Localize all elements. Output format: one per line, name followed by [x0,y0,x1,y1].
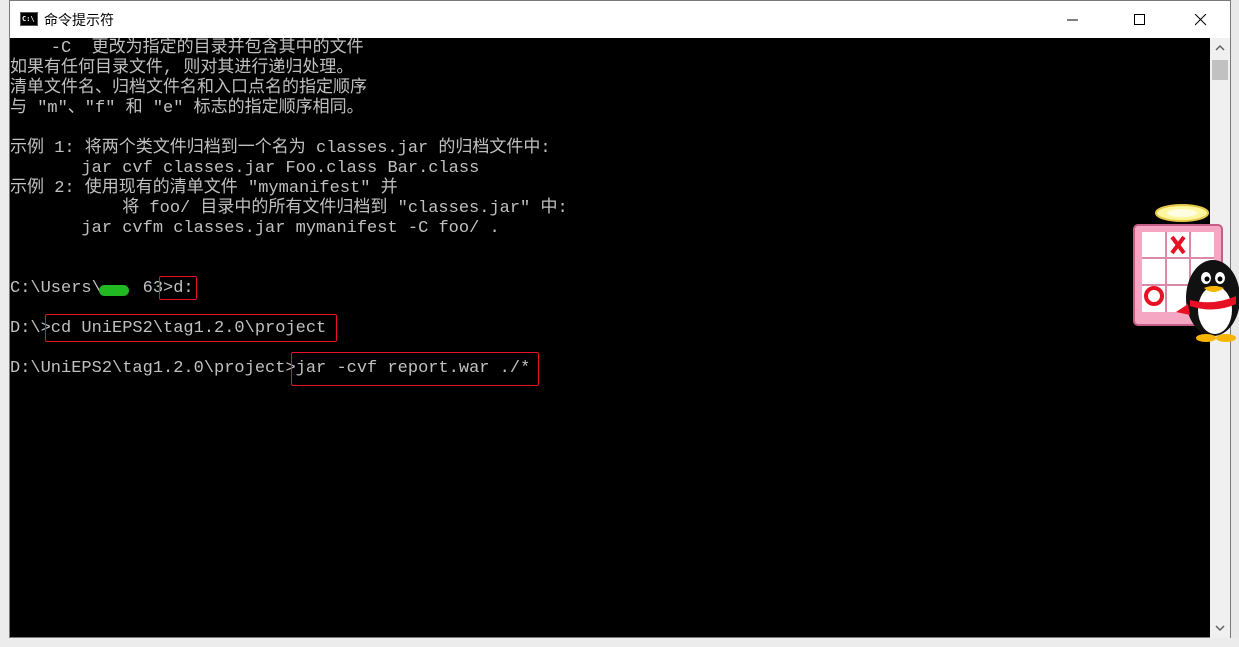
maximize-icon [1134,14,1145,25]
window-title: 命令提示符 [44,13,114,29]
command-prompt-window: C:\ 命令提示符 -C 更改为指定的目录并包含其中的文件 如果有任何目录文件,… [9,0,1231,638]
close-button[interactable] [1178,1,1224,38]
console-line: 示例 2: 使用现有的清单文件 "mymanifest" 并 [10,179,398,198]
minimize-button[interactable] [1050,1,1096,38]
scroll-down-icon[interactable] [1215,624,1225,632]
console-output[interactable]: -C 更改为指定的目录并包含其中的文件 如果有任何目录文件, 则对其进行递归处理… [10,38,1210,638]
highlight-box-d-command [159,276,197,300]
maximize-button[interactable] [1117,1,1163,38]
console-line: 示例 1: 将两个类文件归档到一个名为 classes.jar 的归档文件中: [10,139,551,158]
scrollbar-thumb[interactable] [1212,60,1228,80]
console-line: jar cvfm classes.jar mymanifest -C foo/ … [10,219,500,238]
background-window-bottom [0,638,1239,647]
console-line: 将 foo/ 目录中的所有文件归档到 "classes.jar" 中: [10,199,568,218]
qq-penguin-mascot-icon[interactable] [1128,200,1239,342]
console-line: -C 更改为指定的目录并包含其中的文件 [10,39,364,58]
console-line: jar cvf classes.jar Foo.class Bar.class [10,159,480,178]
close-icon [1195,14,1207,26]
cmd-icon: C:\ [20,12,38,26]
title-bar[interactable]: C:\ 命令提示符 [10,1,1230,38]
minimize-icon [1067,19,1078,21]
console-line: 与 "m"、"f" 和 "e" 标志的指定顺序相同。 [10,99,364,118]
scroll-up-icon[interactable] [1215,44,1225,52]
redaction-mark [99,285,129,296]
console-line: 清单文件名、归档文件名和入口点名的指定顺序 [10,79,367,98]
highlight-box-cd-command [45,314,337,342]
console-line: 如果有任何目录文件, 则对其进行递归处理。 [10,59,354,78]
highlight-box-jar-command [291,352,539,386]
